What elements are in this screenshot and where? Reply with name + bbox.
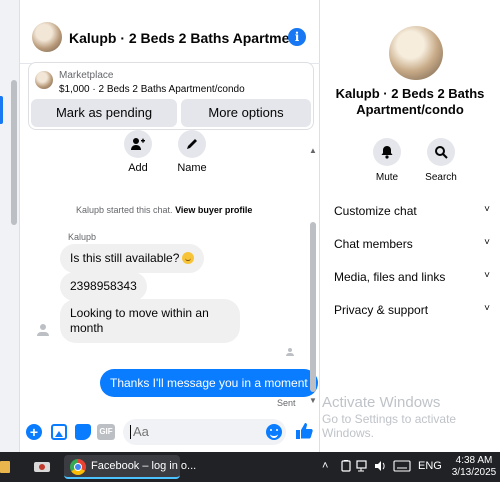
mute-button[interactable]: Mute: [367, 138, 407, 183]
pencil-icon: [178, 130, 206, 158]
name-button[interactable]: Name: [172, 130, 212, 174]
battery-icon[interactable]: [340, 460, 352, 475]
chat-members-item[interactable]: Chat members ˅: [334, 237, 496, 251]
taskbar-app-label: Facebook – log in o...: [91, 460, 197, 472]
privacy-support-item[interactable]: Privacy & support ˅: [334, 303, 496, 317]
incoming-message[interactable]: Looking to move within an month: [60, 299, 240, 343]
volume-icon[interactable]: [374, 460, 388, 475]
file-explorer-icon[interactable]: [0, 461, 10, 473]
left-sidebar-strip: [0, 0, 20, 452]
message-text: Is this still available?: [70, 251, 180, 265]
avatar[interactable]: [389, 26, 443, 80]
chrome-icon: [70, 459, 86, 475]
chevron-up-icon[interactable]: ˄: [322, 460, 328, 472]
chevron-down-icon: ˅: [484, 204, 490, 215]
mark-as-pending-button[interactable]: Mark as pending: [31, 99, 177, 127]
view-buyer-profile-link[interactable]: View buyer profile: [175, 205, 252, 215]
incoming-message[interactable]: 2398958343: [60, 272, 147, 301]
emoji-icon[interactable]: [266, 424, 282, 440]
chat-window: Kalupb · 2 Beds 2 Baths Apartme… i Marke…: [20, 0, 320, 452]
marketplace-card: Marketplace $1,000 · 2 Beds 2 Baths Apar…: [28, 62, 314, 130]
add-person-icon: [124, 130, 152, 158]
sender-name: Kalupb: [68, 232, 97, 242]
chat-header: Kalupb · 2 Beds 2 Baths Apartme… i: [20, 8, 320, 64]
sticker-icon[interactable]: [75, 424, 91, 440]
smile-emoji-icon: [182, 252, 195, 264]
incoming-message[interactable]: Is this still available?: [60, 244, 205, 273]
clock-date: 3/13/2025: [451, 467, 497, 478]
text-caret: [130, 425, 131, 439]
conversation-title: Kalupb · 2 Beds 2 Baths Apartment/condo: [335, 86, 485, 117]
thumbs-up-icon[interactable]: [295, 422, 313, 440]
message-input[interactable]: [123, 419, 286, 445]
item-label: Media, files and links: [334, 270, 446, 284]
listing-description[interactable]: $1,000 · 2 Beds 2 Baths Apartment/condo: [59, 84, 245, 95]
clock-time: 4:38 AM: [455, 455, 493, 466]
sent-status: Sent: [277, 398, 296, 408]
customize-chat-item[interactable]: Customize chat ˅: [334, 204, 496, 218]
chat-title[interactable]: Kalupb · 2 Beds 2 Baths Apartme…: [69, 30, 303, 46]
conversation-details-panel: Kalupb · 2 Beds 2 Baths Apartment/condo …: [320, 0, 500, 452]
listing-thumbnail[interactable]: [35, 71, 53, 89]
search-icon: [427, 138, 455, 166]
item-label: Customize chat: [334, 204, 417, 218]
seen-indicator-icon: [286, 348, 294, 356]
marketplace-label: Marketplace: [59, 70, 114, 81]
active-indicator: [0, 96, 3, 124]
item-label: Privacy & support: [334, 303, 429, 317]
activate-windows-hint: Go to Settings to activate Windows.: [322, 412, 457, 440]
chevron-down-icon: ˅: [484, 303, 490, 314]
chat-scrollbar[interactable]: [310, 222, 316, 392]
taskbar: Facebook – log in o... ˄ ENG 4:38 AM 3/1…: [0, 452, 500, 482]
search-button[interactable]: Search: [421, 138, 461, 183]
chevron-down-icon: ˅: [484, 270, 490, 281]
chat-start-notice: Kalupb started this chat. View buyer pro…: [76, 205, 252, 215]
activate-windows-watermark: Activate Windows: [322, 394, 441, 411]
left-scrollbar[interactable]: [11, 80, 17, 225]
photo-icon[interactable]: [51, 424, 67, 440]
mute-label: Mute: [375, 172, 399, 183]
clock[interactable]: 4:38 AM 3/13/2025: [451, 455, 497, 479]
chat-start-text: Kalupb started this chat.: [76, 205, 176, 215]
name-label: Name: [177, 162, 207, 174]
add-label: Add: [128, 162, 148, 174]
media-files-links-item[interactable]: Media, files and links ˅: [334, 270, 496, 284]
avatar[interactable]: [32, 22, 62, 52]
language-indicator[interactable]: ENG: [418, 460, 442, 472]
taskbar-app-chrome[interactable]: Facebook – log in o...: [64, 455, 196, 479]
plus-icon[interactable]: +: [26, 424, 42, 440]
item-label: Chat members: [334, 237, 413, 251]
add-button[interactable]: Add: [118, 130, 158, 174]
gif-icon[interactable]: GIF: [97, 424, 115, 440]
scroll-down-arrow[interactable]: ▼: [309, 396, 317, 405]
app-icon[interactable]: [33, 459, 51, 475]
info-icon[interactable]: i: [288, 28, 306, 46]
scroll-up-arrow[interactable]: ▲: [309, 146, 317, 155]
bell-icon: [373, 138, 401, 166]
message-composer: + GIF: [20, 412, 320, 452]
network-icon[interactable]: [356, 460, 370, 475]
outgoing-message[interactable]: Thanks I'll message you in a moment: [100, 369, 318, 397]
search-label: Search: [425, 172, 457, 183]
keyboard-icon[interactable]: [393, 460, 411, 475]
chevron-down-icon: ˅: [484, 237, 490, 248]
more-options-button[interactable]: More options: [181, 99, 311, 127]
sender-avatar-icon: [36, 324, 50, 338]
